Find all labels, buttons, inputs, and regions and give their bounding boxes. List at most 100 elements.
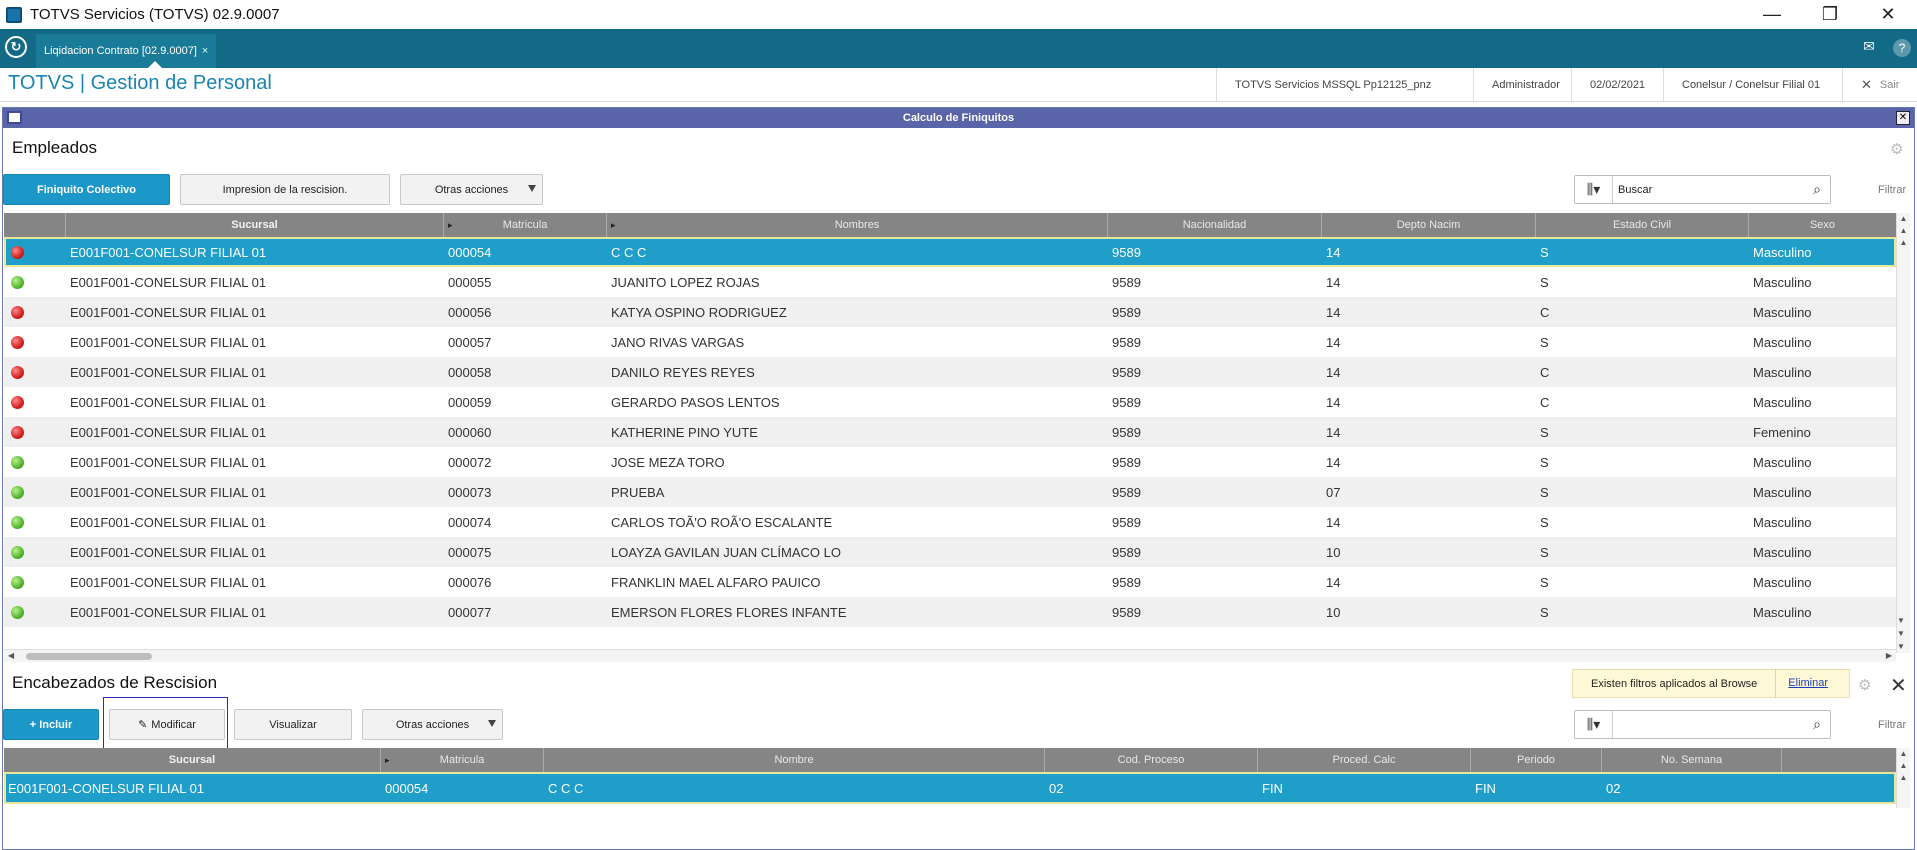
environment-label: TOTVS Servicios MSSQL Pp12125_pnz	[1216, 68, 1449, 101]
column-header[interactable]: Cod. Proceso	[1045, 748, 1258, 772]
settings-gear-icon[interactable]: ⚙	[1890, 140, 1903, 158]
close-section-icon[interactable]: ✕	[1890, 673, 1907, 698]
mail-icon[interactable]: ✉	[1859, 38, 1879, 58]
cell-sexo: Masculino	[1753, 514, 1812, 530]
close-window-button[interactable]: ✕	[1859, 0, 1917, 29]
green-status-icon	[11, 455, 24, 469]
cell-proced: FIN	[1262, 780, 1283, 796]
cell-civil: S	[1540, 604, 1549, 620]
empleados-grid-header: Sucursal Matricula Nombres Nacionalidad …	[4, 213, 1896, 237]
pencil-icon: ✎	[138, 719, 148, 731]
finiquito-colectivo-button[interactable]: Finiquito Colectivo	[3, 174, 170, 205]
table-row[interactable]: E001F001-CONELSUR FILIAL 01 000059 GERARDO…	[4, 387, 1896, 417]
search-icon[interactable]: ⌕	[1804, 181, 1830, 198]
column-header[interactable]: Periodo	[1471, 748, 1602, 772]
filtrar-link[interactable]: Filtrar	[1878, 719, 1906, 731]
totvs-logo-icon[interactable]: ↻	[5, 36, 27, 58]
cell-civil: C	[1540, 364, 1550, 380]
cell-nac: 9589	[1112, 274, 1141, 290]
otras-acciones-button[interactable]: Otras acciones	[400, 174, 543, 205]
table-row[interactable]: E001F001-CONELSUR FILIAL 01 000074 CARLOS …	[4, 507, 1896, 537]
cell-civil: S	[1540, 244, 1549, 260]
module-header: TOTVS | Gestion de Personal TOTVS Servic…	[0, 68, 1917, 102]
table-row[interactable]: E001F001-CONELSUR FILIAL 01 000056 KATYA O…	[4, 297, 1896, 327]
search-input[interactable]: Buscar	[1613, 184, 1804, 196]
cell-nac: 9589	[1112, 454, 1141, 470]
table-row[interactable]: E001F001-CONELSUR FILIAL 01 000075 LOAYZA …	[4, 537, 1896, 567]
empleados-horizontal-scrollbar[interactable]: ◀ ▶	[4, 649, 1896, 662]
impresion-rescision-button[interactable]: Impresion de la rescision.	[180, 174, 390, 205]
cell-depto: 14	[1326, 244, 1341, 260]
tab-close-icon[interactable]: ×	[202, 45, 208, 57]
status-column-header[interactable]	[4, 213, 66, 237]
incluir-button[interactable]: + Incluir	[3, 709, 99, 740]
red-status-icon	[11, 395, 24, 409]
status-cell	[4, 455, 66, 469]
column-header[interactable]: Nombres	[607, 213, 1108, 237]
cell-nac: 9589	[1112, 544, 1141, 560]
empleados-search[interactable]: ⫼▾ Buscar ⌕	[1574, 175, 1831, 204]
table-row[interactable]: E001F001-CONELSUR FILIAL 01 000073 PRUEBA 9…	[4, 477, 1896, 507]
column-header[interactable]: Proced. Calc	[1258, 748, 1471, 772]
red-status-icon	[11, 425, 24, 439]
cell-nombre: C C C	[548, 780, 584, 796]
cell-sexo: Masculino	[1753, 364, 1812, 380]
cell-matricula: 000072	[448, 454, 492, 470]
cell-sexo: Masculino	[1753, 484, 1812, 500]
filtrar-link[interactable]: Filtrar	[1878, 184, 1906, 196]
cell-nac: 9589	[1112, 604, 1141, 620]
table-row[interactable]: E001F001-CONELSUR FILIAL 01 000054 C C C 02…	[4, 772, 1896, 804]
column-header[interactable]: Matricula	[381, 748, 544, 772]
table-row[interactable]: E001F001-CONELSUR FILIAL 01 000058 DANILO …	[4, 357, 1896, 387]
cell-sucursal: E001F001-CONELSUR FILIAL 01	[70, 274, 267, 290]
table-row[interactable]: E001F001-CONELSUR FILIAL 01 000076 FRANKLI…	[4, 567, 1896, 597]
dialog-close-button[interactable]: ✕	[1896, 111, 1910, 125]
column-header[interactable]: Nombre	[544, 748, 1045, 772]
search-icon[interactable]: ⌕	[1804, 716, 1830, 733]
table-row[interactable]: E001F001-CONELSUR FILIAL 01 000072 JOSE ME…	[4, 447, 1896, 477]
cell-sexo: Masculino	[1753, 304, 1812, 320]
settings-gear-icon[interactable]: ⚙	[1858, 676, 1871, 694]
app-icon	[6, 6, 22, 23]
empleados-vertical-scrollbar[interactable]: ▲ ▲ ▲ ▼ ▼ ▼	[1896, 213, 1910, 653]
columns-selector-icon[interactable]: ⫼▾	[1575, 176, 1613, 203]
eliminar-filter-link[interactable]: Eliminar	[1775, 669, 1840, 698]
columns-selector-icon[interactable]: ⫼▾	[1575, 711, 1613, 738]
status-cell	[4, 485, 66, 499]
scroll-thumb[interactable]	[26, 653, 152, 660]
minimize-button[interactable]: —	[1743, 0, 1801, 29]
status-cell	[4, 575, 66, 589]
visualizar-label: Visualizar	[269, 718, 317, 731]
column-header[interactable]: Sucursal	[4, 748, 381, 772]
cell-civil: S	[1540, 544, 1549, 560]
column-header[interactable]: Depto Nacim	[1322, 213, 1536, 237]
help-icon[interactable]: ?	[1893, 39, 1911, 57]
cell-sexo: Masculino	[1753, 244, 1812, 260]
restore-button[interactable]: ❐	[1801, 0, 1859, 29]
table-row[interactable]: E001F001-CONELSUR FILIAL 01 000054 C C C 95…	[4, 237, 1896, 267]
column-header[interactable]: Matricula	[444, 213, 607, 237]
encabezados-vertical-scrollbar[interactable]: ▲ ▲ ▲	[1896, 748, 1910, 808]
table-row[interactable]: E001F001-CONELSUR FILIAL 01 000055 JUANITO…	[4, 267, 1896, 297]
column-header[interactable]: Sexo	[1749, 213, 1896, 237]
cell-depto: 14	[1326, 394, 1341, 410]
column-header[interactable]: Nacionalidad	[1108, 213, 1322, 237]
column-header[interactable]: Sucursal	[66, 213, 444, 237]
exit-button[interactable]: ✕ Sair	[1842, 68, 1917, 101]
cell-sucursal: E001F001-CONELSUR FILIAL 01	[70, 394, 267, 410]
column-header[interactable]: No. Semana	[1602, 748, 1782, 772]
cell-sexo: Masculino	[1753, 544, 1812, 560]
encabezados-search[interactable]: ⫼▾ ⌕	[1574, 710, 1831, 739]
chevron-down-icon	[488, 720, 496, 727]
visualizar-button[interactable]: Visualizar	[234, 709, 352, 740]
dialog-window-icon	[7, 111, 22, 124]
table-row[interactable]: E001F001-CONELSUR FILIAL 01 000060 KATHERI…	[4, 417, 1896, 447]
cell-nombres: JANO RIVAS VARGAS	[611, 334, 745, 350]
modificar-button[interactable]: ✎ Modificar	[109, 709, 225, 740]
table-row[interactable]: E001F001-CONELSUR FILIAL 01 000057 JANO RI…	[4, 327, 1896, 357]
table-row[interactable]: E001F001-CONELSUR FILIAL 01 000077 EMERSON…	[4, 597, 1896, 627]
column-header[interactable]: Estado Civil	[1536, 213, 1749, 237]
filter-notice: Existen filtros aplicados al Browse Elim…	[1572, 669, 1850, 698]
otras-acciones-button[interactable]: Otras acciones	[362, 709, 503, 740]
tab-liquidacion-contrato[interactable]: Liqidacion Contrato [02.9.0007] ×	[36, 34, 217, 68]
